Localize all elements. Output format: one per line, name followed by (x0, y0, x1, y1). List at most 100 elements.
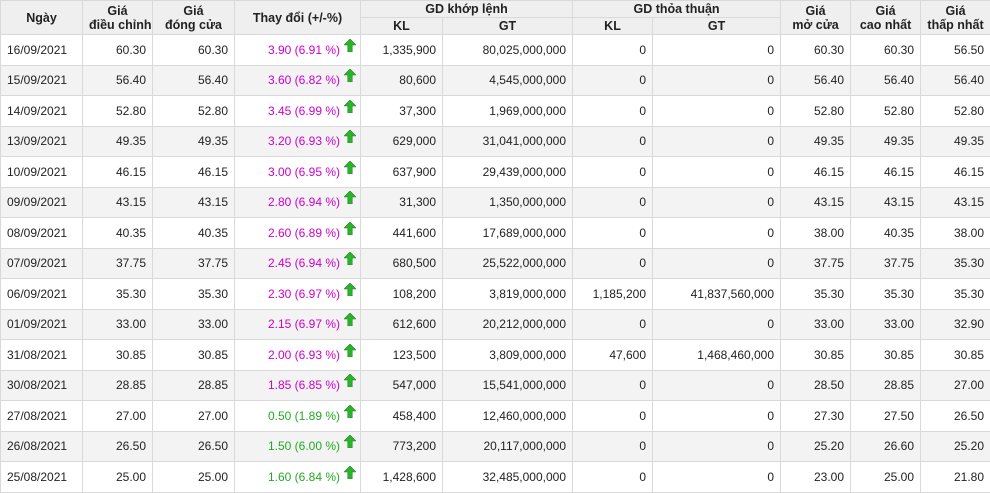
cell-low-price: 30.85 (921, 340, 990, 371)
cell-matched-value: 12,460,000,000 (443, 401, 573, 432)
cell-matched-volume: 680,500 (361, 248, 443, 279)
cell-agreed-value: 0 (653, 370, 781, 401)
cell-change: 2.00 (6.93 %) (235, 340, 361, 371)
cell-matched-value: 20,117,000,000 (443, 431, 573, 462)
cell-adjusted-price: 26.50 (83, 431, 153, 462)
cell-agreed-value: 0 (653, 65, 781, 96)
cell-open-price: 46.15 (781, 157, 851, 188)
table-body: 16/09/2021 60.30 60.30 3.90 (6.91 %) 1,3… (1, 35, 990, 493)
change-value: 2.60 (6.89 %) (268, 226, 340, 240)
cell-adjusted-price: 43.15 (83, 187, 153, 218)
cell-low-price: 21.80 (921, 462, 990, 493)
table-row: 30/08/2021 28.85 28.85 1.85 (6.85 %) 547… (1, 370, 990, 401)
cell-open-price: 38.00 (781, 218, 851, 249)
cell-open-price: 35.30 (781, 279, 851, 310)
cell-open-price: 30.85 (781, 340, 851, 371)
cell-close-price: 35.30 (153, 279, 235, 310)
cell-close-price: 26.50 (153, 431, 235, 462)
header-low-line2: thấp nhất (927, 18, 984, 32)
cell-matched-volume: 80,600 (361, 65, 443, 96)
cell-agreed-value: 0 (653, 96, 781, 127)
cell-low-price: 35.30 (921, 248, 990, 279)
cell-matched-volume: 612,600 (361, 309, 443, 340)
cell-agreed-volume: 0 (573, 126, 653, 157)
header-agreed-volume: KL (573, 18, 653, 35)
cell-open-price: 23.00 (781, 462, 851, 493)
table-row: 15/09/2021 56.40 56.40 3.60 (6.82 %) 80,… (1, 65, 990, 96)
cell-agreed-volume: 0 (573, 401, 653, 432)
header-change: Thay đổi (+/-%) (235, 1, 361, 35)
table-row: 27/08/2021 27.00 27.00 0.50 (1.89 %) 458… (1, 401, 990, 432)
header-date: Ngày (1, 1, 83, 35)
cell-matched-value: 3,809,000,000 (443, 340, 573, 371)
cell-close-price: 37.75 (153, 248, 235, 279)
cell-adjusted-price: 37.75 (83, 248, 153, 279)
cell-low-price: 26.50 (921, 401, 990, 432)
header-close-price: Giá đóng cửa (153, 1, 235, 35)
header-high-price: Giá cao nhất (851, 1, 921, 35)
cell-low-price: 25.20 (921, 431, 990, 462)
cell-matched-volume: 108,200 (361, 279, 443, 310)
cell-date: 13/09/2021 (1, 126, 83, 157)
cell-matched-value: 31,041,000,000 (443, 126, 573, 157)
up-arrow-icon (344, 313, 356, 329)
up-arrow-icon (344, 191, 356, 207)
cell-adjusted-price: 33.00 (83, 309, 153, 340)
cell-change: 1.85 (6.85 %) (235, 370, 361, 401)
cell-date: 14/09/2021 (1, 96, 83, 127)
header-matched-value: GT (443, 18, 573, 35)
table-row: 01/09/2021 33.00 33.00 2.15 (6.97 %) 612… (1, 309, 990, 340)
header-high-line1: Giá (857, 4, 914, 18)
cell-date: 10/09/2021 (1, 157, 83, 188)
cell-date: 06/09/2021 (1, 279, 83, 310)
cell-matched-volume: 458,400 (361, 401, 443, 432)
table-row: 13/09/2021 49.35 49.35 3.20 (6.93 %) 629… (1, 126, 990, 157)
cell-adjusted-price: 46.15 (83, 157, 153, 188)
cell-matched-value: 1,350,000,000 (443, 187, 573, 218)
cell-agreed-value: 0 (653, 462, 781, 493)
cell-date: 01/09/2021 (1, 309, 83, 340)
cell-adjusted-price: 35.30 (83, 279, 153, 310)
cell-date: 31/08/2021 (1, 340, 83, 371)
cell-matched-value: 32,485,000,000 (443, 462, 573, 493)
cell-agreed-volume: 1,185,200 (573, 279, 653, 310)
cell-close-price: 56.40 (153, 65, 235, 96)
change-value: 3.20 (6.93 %) (268, 134, 340, 148)
cell-matched-volume: 629,000 (361, 126, 443, 157)
cell-low-price: 38.00 (921, 218, 990, 249)
cell-matched-volume: 1,335,900 (361, 35, 443, 66)
cell-change: 3.20 (6.93 %) (235, 126, 361, 157)
cell-close-price: 43.15 (153, 187, 235, 218)
up-arrow-icon (344, 39, 356, 55)
cell-open-price: 52.80 (781, 96, 851, 127)
cell-matched-value: 4,545,000,000 (443, 65, 573, 96)
cell-date: 16/09/2021 (1, 35, 83, 66)
cell-agreed-value: 0 (653, 218, 781, 249)
cell-high-price: 40.35 (851, 218, 921, 249)
cell-high-price: 35.30 (851, 279, 921, 310)
cell-matched-volume: 37,300 (361, 96, 443, 127)
cell-adjusted-price: 52.80 (83, 96, 153, 127)
table-row: 31/08/2021 30.85 30.85 2.00 (6.93 %) 123… (1, 340, 990, 371)
cell-matched-value: 25,522,000,000 (443, 248, 573, 279)
cell-change: 3.45 (6.99 %) (235, 96, 361, 127)
change-value: 2.45 (6.94 %) (268, 256, 340, 270)
up-arrow-icon (344, 222, 356, 238)
change-value: 0.50 (1.89 %) (268, 409, 340, 423)
cell-high-price: 26.60 (851, 431, 921, 462)
header-close-line1: Giá (159, 4, 228, 18)
cell-matched-volume: 441,600 (361, 218, 443, 249)
header-agreed-value: GT (653, 18, 781, 35)
cell-matched-value: 3,819,000,000 (443, 279, 573, 310)
header-matched-group: GD khớp lệnh (361, 1, 573, 18)
up-arrow-icon (344, 435, 356, 451)
change-value: 2.30 (6.97 %) (268, 287, 340, 301)
cell-agreed-volume: 0 (573, 96, 653, 127)
header-open-line2: mở cửa (787, 18, 844, 32)
price-history-table: Ngày Giá điều chỉnh Giá đóng cửa Thay đổ… (0, 0, 990, 493)
cell-open-price: 28.50 (781, 370, 851, 401)
cell-high-price: 28.85 (851, 370, 921, 401)
cell-matched-value: 17,689,000,000 (443, 218, 573, 249)
cell-date: 09/09/2021 (1, 187, 83, 218)
cell-agreed-value: 0 (653, 248, 781, 279)
